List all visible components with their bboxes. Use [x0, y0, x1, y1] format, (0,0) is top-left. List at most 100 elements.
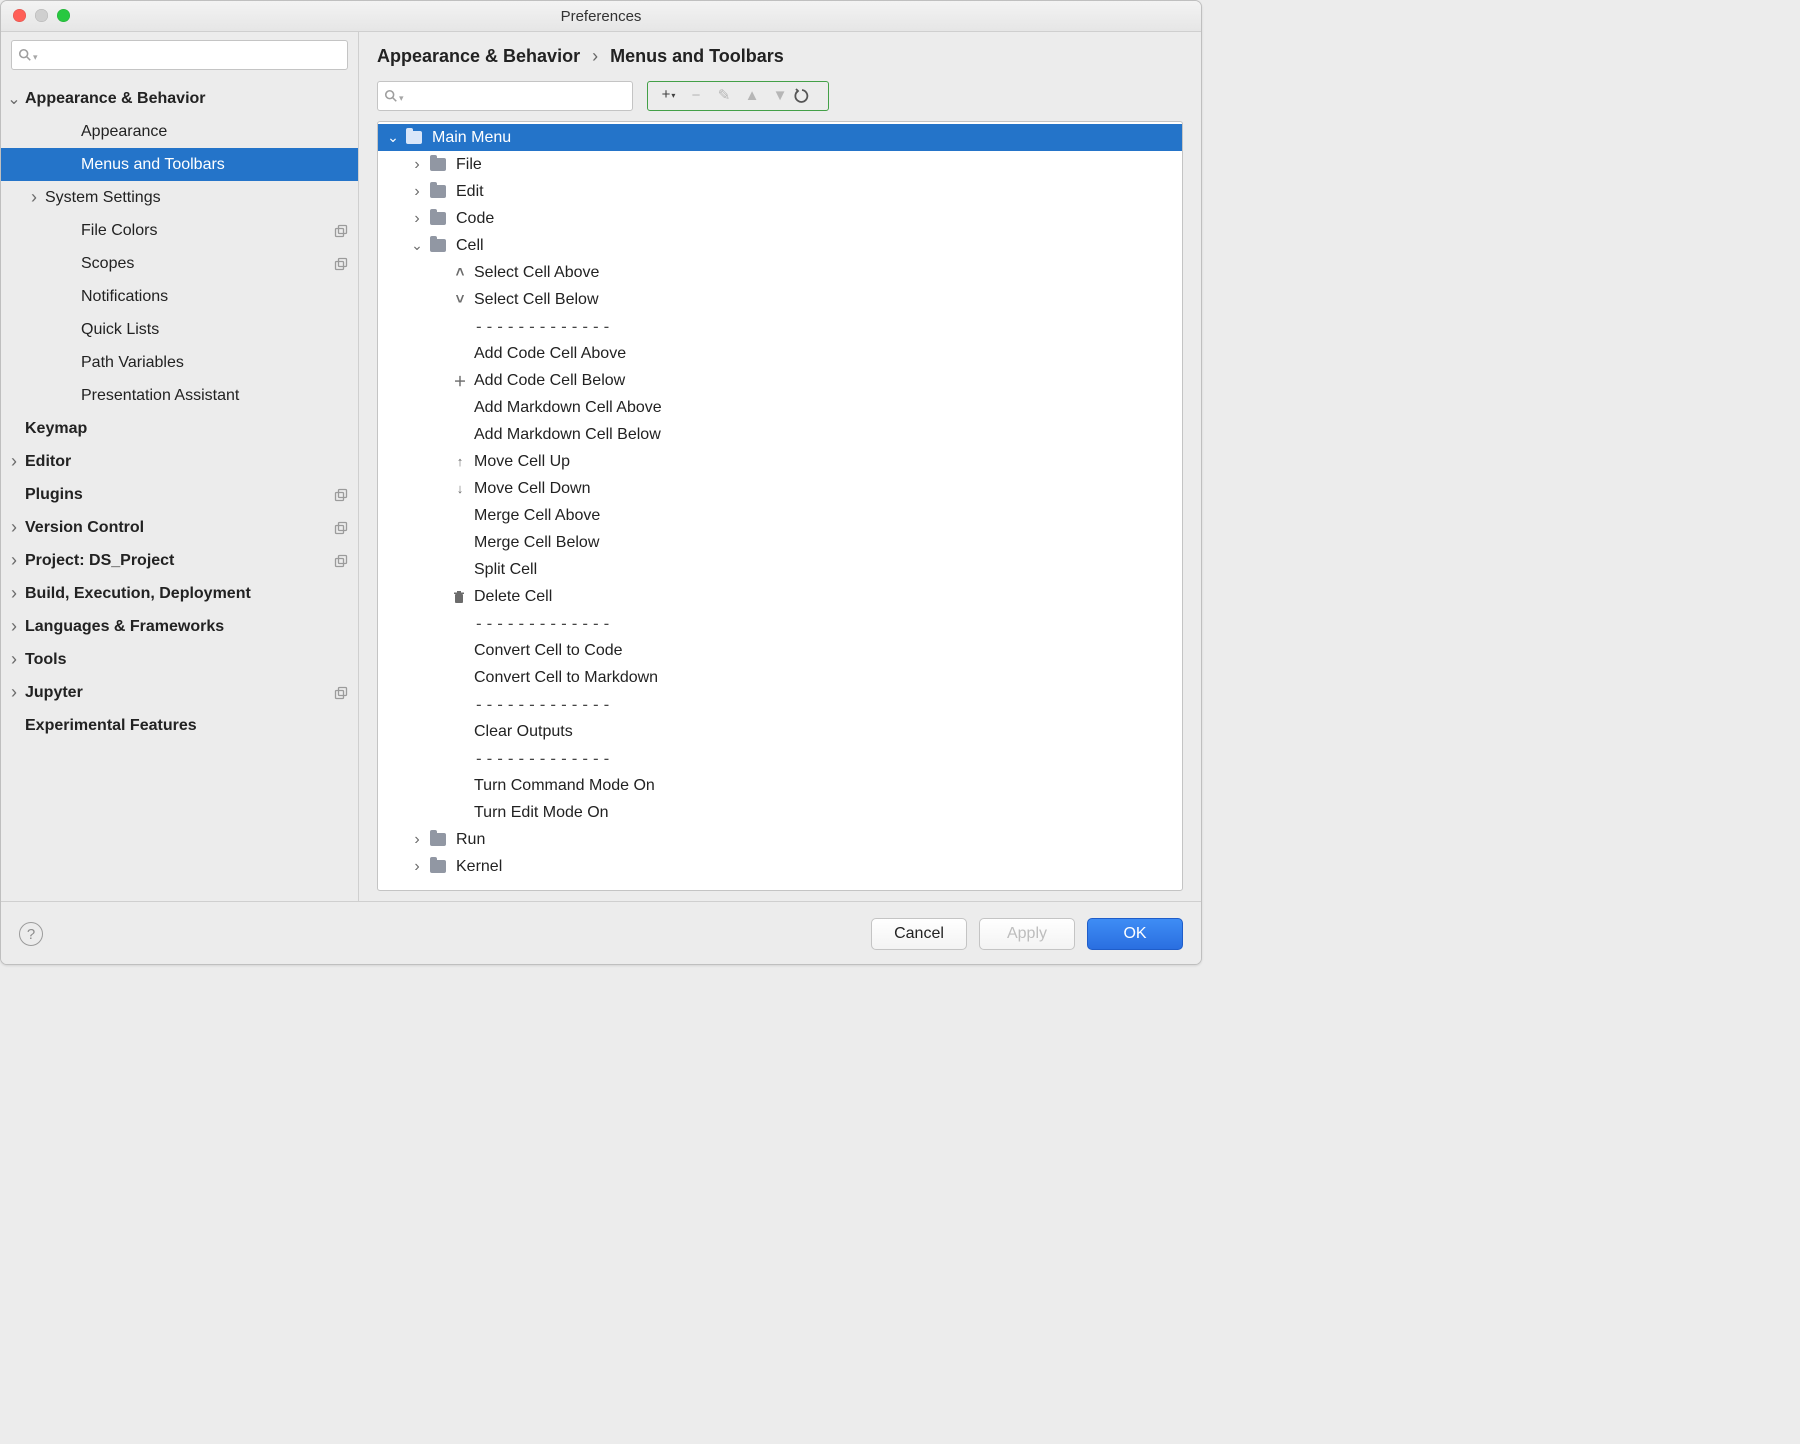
separator-text: -------------	[474, 749, 612, 768]
sidebar-item[interactable]: ›Project: DS_Project	[1, 544, 358, 577]
tree-label: Main Menu	[432, 129, 511, 147]
sidebar-search[interactable]: ▾	[11, 40, 348, 70]
edit-action-button[interactable]: ✎	[710, 82, 738, 110]
breadcrumb: Appearance & Behavior › Menus and Toolba…	[377, 32, 1183, 73]
tree-row[interactable]: ›Kernel	[378, 853, 1182, 880]
folder-icon	[430, 239, 446, 252]
tree-row[interactable]: ˅Select Cell Below	[378, 286, 1182, 313]
sidebar-item[interactable]: ›Build, Execution, Deployment	[1, 577, 358, 610]
down-caret-icon: ˅	[452, 291, 468, 308]
sidebar-item-label: Quick Lists	[43, 321, 348, 339]
breadcrumb-page: Menus and Toolbars	[610, 46, 784, 67]
sidebar-item-label: Appearance & Behavior	[23, 90, 348, 108]
tree-row[interactable]: Merge Cell Below	[378, 529, 1182, 556]
tree-search-input[interactable]	[404, 87, 626, 105]
sidebar-item-label: Version Control	[23, 519, 334, 537]
sidebar-item[interactable]: ›Version Control	[1, 511, 358, 544]
tree-label: Add Code Cell Below	[474, 372, 625, 390]
tree-row[interactable]: ↑Move Cell Up	[378, 448, 1182, 475]
tree-row[interactable]: Convert Cell to Code	[378, 637, 1182, 664]
move-down-button[interactable]: ▼	[766, 82, 794, 110]
sidebar-item-label: Tools	[23, 651, 348, 669]
project-level-badge-icon	[334, 521, 348, 535]
tree-row[interactable]: Turn Command Mode On	[378, 772, 1182, 799]
sidebar-item-label: Experimental Features	[23, 717, 348, 735]
tree-row[interactable]: Split Cell	[378, 556, 1182, 583]
tree-label: Run	[456, 831, 485, 849]
project-level-badge-icon	[334, 686, 348, 700]
tree-row[interactable]: ˄Select Cell Above	[378, 259, 1182, 286]
sidebar-item-label: Languages & Frameworks	[23, 618, 348, 636]
sidebar-item[interactable]: ›Tools	[1, 643, 358, 676]
sidebar-item[interactable]: ›Languages & Frameworks	[1, 610, 358, 643]
sidebar-search-input[interactable]	[38, 46, 341, 64]
tree-row[interactable]: Add Markdown Cell Above	[378, 394, 1182, 421]
sidebar-item-label: Keymap	[23, 420, 348, 438]
cancel-button[interactable]: Cancel	[871, 918, 967, 950]
folder-icon	[430, 158, 446, 171]
tree-label: Merge Cell Below	[474, 534, 599, 552]
chevron-right-icon: ›	[5, 682, 23, 703]
restore-defaults-button[interactable]	[794, 88, 822, 104]
sidebar-item[interactable]: Path Variables	[1, 346, 358, 379]
remove-action-button[interactable]: −	[682, 82, 710, 110]
sidebar-item[interactable]: Menus and Toolbars	[1, 148, 358, 181]
tree-row[interactable]: ›Edit	[378, 178, 1182, 205]
body: ▾ ⌄Appearance & BehaviorAppearance Menus …	[1, 32, 1201, 901]
sidebar-item-label: Notifications	[43, 288, 348, 306]
tree-label: File	[456, 156, 482, 174]
folder-icon	[430, 833, 446, 846]
tree-search[interactable]: ▾	[377, 81, 633, 111]
menu-tree[interactable]: ⌄Main Menu›File›Edit›Code⌄Cell˄Select Ce…	[377, 121, 1183, 891]
sidebar-item[interactable]: Experimental Features	[1, 709, 358, 742]
tree-row[interactable]: ›Code	[378, 205, 1182, 232]
project-level-badge-icon	[334, 488, 348, 502]
tree-row[interactable]: ⌄Cell	[378, 232, 1182, 259]
sidebar-item[interactable]: Quick Lists	[1, 313, 358, 346]
sidebar-item[interactable]: Appearance	[1, 115, 358, 148]
separator-text: -------------	[474, 614, 612, 633]
sidebar-item[interactable]: Notifications	[1, 280, 358, 313]
move-up-button[interactable]: ▲	[738, 82, 766, 110]
tree-label: Cell	[456, 237, 484, 255]
help-button[interactable]: ?	[19, 922, 43, 946]
sidebar-item[interactable]: File Colors	[1, 214, 358, 247]
tree-row[interactable]: Turn Edit Mode On	[378, 799, 1182, 826]
tree-row[interactable]: ›Run	[378, 826, 1182, 853]
menu-separator[interactable]: -------------	[378, 610, 1182, 637]
sidebar-item-label: Menus and Toolbars	[43, 156, 348, 174]
tree-row[interactable]: ›File	[378, 151, 1182, 178]
sidebar-item[interactable]: ›Jupyter	[1, 676, 358, 709]
menu-separator[interactable]: -------------	[378, 313, 1182, 340]
sidebar-item[interactable]: ⌄Appearance & Behavior	[1, 82, 358, 115]
zoom-window-button[interactable]	[57, 9, 70, 22]
tree-row[interactable]: Clear Outputs	[378, 718, 1182, 745]
close-window-button[interactable]	[13, 9, 26, 22]
tree-row[interactable]: Convert Cell to Markdown	[378, 664, 1182, 691]
ok-button[interactable]: OK	[1087, 918, 1183, 950]
menu-separator[interactable]: -------------	[378, 691, 1182, 718]
sidebar-item[interactable]: Keymap	[1, 412, 358, 445]
tree-row[interactable]: Merge Cell Above	[378, 502, 1182, 529]
minimize-window-button[interactable]	[35, 9, 48, 22]
tree-row[interactable]: ↓Move Cell Down	[378, 475, 1182, 502]
toolbar: ▾ +▾ − ✎ ▲ ▼	[377, 73, 1183, 121]
tree-row[interactable]: ＋Add Code Cell Below	[378, 367, 1182, 394]
sidebar-item-label: Scopes	[43, 255, 334, 273]
tree-row[interactable]: Add Markdown Cell Below	[378, 421, 1182, 448]
sidebar-item[interactable]: Scopes	[1, 247, 358, 280]
sidebar-item[interactable]: ›Editor	[1, 445, 358, 478]
tree-row[interactable]: Add Code Cell Above	[378, 340, 1182, 367]
tree-label: Code	[456, 210, 494, 228]
traffic-lights	[13, 9, 70, 22]
tree-row-root[interactable]: ⌄Main Menu	[378, 124, 1182, 151]
apply-button[interactable]: Apply	[979, 918, 1075, 950]
sidebar: ▾ ⌄Appearance & BehaviorAppearance Menus …	[1, 32, 359, 901]
sidebar-item[interactable]: ›System Settings	[1, 181, 358, 214]
sidebar-item[interactable]: Presentation Assistant	[1, 379, 358, 412]
tree-row[interactable]: Delete Cell	[378, 583, 1182, 610]
tree-label: Convert Cell to Code	[474, 642, 623, 660]
sidebar-item[interactable]: Plugins	[1, 478, 358, 511]
menu-separator[interactable]: -------------	[378, 745, 1182, 772]
add-action-button[interactable]: +▾	[654, 81, 682, 111]
